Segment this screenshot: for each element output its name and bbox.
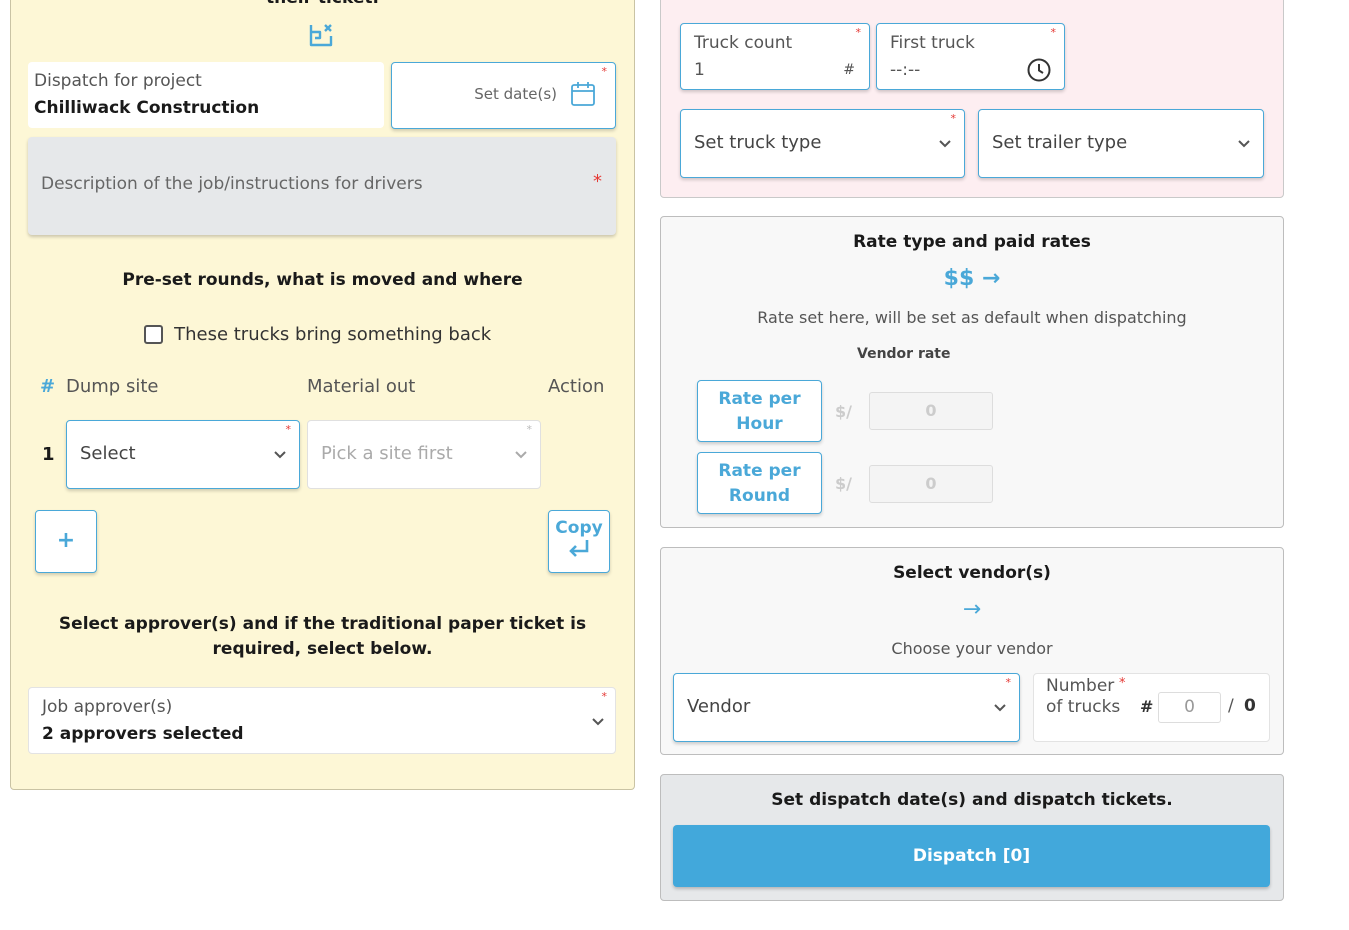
trailer-type-select[interactable]: Set trailer type	[978, 109, 1264, 178]
copy-label: Copy	[555, 518, 603, 538]
approver-value: 2 approvers selected	[42, 724, 244, 744]
truck-count-value: 1	[694, 60, 705, 80]
chevron-down-icon	[939, 140, 951, 148]
truck-type-placeholder: Set truck type	[694, 132, 822, 153]
required-marker: *	[1005, 676, 1012, 689]
required-marker: *	[1119, 676, 1126, 691]
trailer-type-placeholder: Set trailer type	[992, 132, 1128, 153]
vendor-rate-label: Vendor rate	[857, 346, 951, 362]
required-marker: *	[593, 171, 602, 192]
required-marker: *	[285, 423, 292, 436]
first-truck-time-input[interactable]: * First truck --:--	[876, 23, 1065, 90]
vendor-heading: Select vendor(s)	[893, 563, 1051, 583]
dump-site-select[interactable]: * Select	[66, 420, 300, 489]
vendor-truck-count: Number of trucks * # 0 / 0	[1033, 673, 1270, 742]
bring-back-row: These trucks bring something back	[144, 324, 491, 345]
hash-symbol: #	[1140, 697, 1154, 716]
dispatch-heading: Set dispatch date(s) and dispatch ticket…	[771, 790, 1173, 810]
bring-back-checkbox[interactable]	[144, 325, 163, 344]
description-placeholder: Description of the job/instructions for …	[41, 174, 423, 194]
material-placeholder: Pick a site first	[321, 443, 453, 464]
section-title-truncated: their ticket.	[0, 0, 645, 8]
vendor-select[interactable]: * Vendor	[673, 673, 1020, 742]
round-row-number: 1	[42, 444, 55, 465]
project-name: Chilliwack Construction	[34, 98, 260, 118]
job-approvers-select[interactable]: * Job approver(s) 2 approvers selected	[28, 687, 616, 754]
rate-unit-prefix: $/	[835, 402, 852, 421]
rate-per-hour-input[interactable]: 0	[869, 392, 993, 430]
rate-dollar-arrow-icon: $$ →	[943, 266, 1001, 291]
arrow-right-icon: →	[962, 597, 982, 622]
calendar-icon	[571, 82, 595, 106]
rate-unit-prefix: $/	[835, 474, 852, 493]
first-truck-label: First truck	[890, 33, 975, 53]
rounds-heading: Pre-set rounds, what is moved and where	[122, 270, 523, 290]
required-marker: *	[950, 112, 957, 125]
approver-label: Job approver(s)	[42, 697, 173, 717]
hash-symbol: #	[843, 62, 855, 78]
set-dates-label: Set date(s)	[474, 85, 557, 103]
dispatch-button[interactable]: Dispatch [0]	[673, 825, 1270, 887]
truck-type-select[interactable]: * Set truck type	[680, 109, 965, 178]
rate-per-round-input[interactable]: 0	[869, 465, 993, 503]
required-marker: *	[855, 26, 862, 39]
required-marker: *	[526, 423, 533, 436]
rate-per-hour-button[interactable]: Rate per Hour	[697, 380, 822, 442]
required-marker: *	[1050, 26, 1057, 39]
chevron-down-icon	[274, 451, 286, 459]
chevron-down-icon	[1238, 140, 1250, 148]
column-header-number: #	[40, 376, 56, 397]
truck-count-input[interactable]: * Truck count 1 #	[680, 23, 870, 90]
rate-heading: Rate type and paid rates	[853, 232, 1091, 252]
bring-back-label: These trucks bring something back	[174, 324, 492, 345]
set-dates-picker[interactable]: * Set date(s)	[391, 62, 616, 129]
enter-return-icon	[569, 540, 589, 557]
project-map-icon	[309, 24, 333, 47]
column-header-action: Action	[548, 376, 605, 397]
vendor-description: Choose your vendor	[891, 639, 1053, 658]
material-out-select[interactable]: * Pick a site first	[307, 420, 541, 489]
required-marker: *	[601, 65, 608, 78]
project-label: Dispatch for project	[34, 71, 202, 91]
dump-site-value: Select	[80, 443, 136, 464]
add-round-button[interactable]: +	[35, 510, 97, 573]
chevron-down-icon	[592, 718, 604, 726]
rate-description: Rate set here, will be set as default wh…	[757, 308, 1187, 327]
approver-heading: Select approver(s) and if the traditiona…	[58, 614, 587, 659]
clock-icon	[1027, 58, 1051, 82]
chevron-down-icon	[515, 451, 527, 459]
job-description-input[interactable]: Description of the job/instructions for …	[28, 137, 616, 235]
chevron-down-icon	[994, 704, 1006, 712]
first-truck-value: --:--	[890, 60, 921, 80]
number-of-trucks-total: 0	[1244, 696, 1256, 716]
required-marker: *	[601, 690, 608, 703]
slash-separator: /	[1228, 696, 1234, 716]
vendor-placeholder: Vendor	[687, 696, 751, 717]
column-header-material-out: Material out	[307, 376, 416, 397]
column-header-dump-site: Dump site	[66, 376, 159, 397]
truck-count-label: Truck count	[694, 33, 793, 53]
rate-per-round-button[interactable]: Rate per Round	[697, 452, 822, 514]
number-of-trucks-input[interactable]: 0	[1158, 692, 1221, 723]
copy-round-button[interactable]: Copy	[548, 510, 610, 573]
